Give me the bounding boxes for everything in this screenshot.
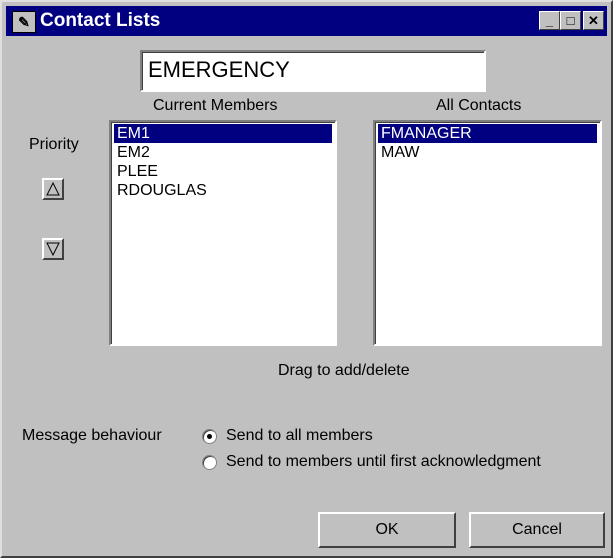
list-item[interactable]: MAW <box>378 143 597 162</box>
all-contacts-label: All Contacts <box>436 97 522 114</box>
radio-send-until-ack[interactable]: Send to members until first acknowledgme… <box>202 453 541 471</box>
cancel-button[interactable]: Cancel <box>469 512 605 548</box>
list-item[interactable]: EM2 <box>114 143 332 162</box>
list-item[interactable]: RDOUGLAS <box>114 181 332 200</box>
current-members-label: Current Members <box>153 97 278 114</box>
maximize-button[interactable]: □ <box>560 11 581 30</box>
radio-label: Send to all members <box>226 427 373 444</box>
triangle-up-icon <box>46 182 60 196</box>
title-bar[interactable]: ✎ Contact Lists _ □ ✕ <box>6 6 607 36</box>
triangle-down-icon <box>46 242 60 256</box>
close-button[interactable]: ✕ <box>583 11 604 30</box>
list-name-input[interactable]: EMERGENCY <box>140 50 486 92</box>
list-item[interactable]: EM1 <box>114 124 332 143</box>
current-members-list[interactable]: EM1 EM2 PLEE RDOUGLAS <box>109 120 337 346</box>
radio-button[interactable] <box>202 454 217 470</box>
list-item[interactable]: PLEE <box>114 162 332 181</box>
list-item[interactable]: FMANAGER <box>378 124 597 143</box>
priority-down-button[interactable] <box>42 238 64 260</box>
radio-button[interactable] <box>202 428 217 444</box>
ok-button[interactable]: OK <box>318 512 456 548</box>
window-title: Contact Lists <box>40 10 161 31</box>
drag-hint-label: Drag to add/delete <box>278 362 410 379</box>
minimize-button[interactable]: _ <box>539 11 560 30</box>
contact-lists-app-icon[interactable]: ✎ <box>12 11 36 33</box>
all-contacts-list[interactable]: FMANAGER MAW <box>373 120 602 346</box>
radio-label: Send to members until first acknowledgme… <box>226 453 541 470</box>
radio-send-to-all[interactable]: Send to all members <box>202 427 373 445</box>
message-behaviour-label: Message behaviour <box>22 427 162 444</box>
priority-label: Priority <box>29 136 79 153</box>
contact-lists-dialog: ✎ Contact Lists _ □ ✕ EMERGENCY Current … <box>0 0 613 558</box>
priority-up-button[interactable] <box>42 178 64 200</box>
